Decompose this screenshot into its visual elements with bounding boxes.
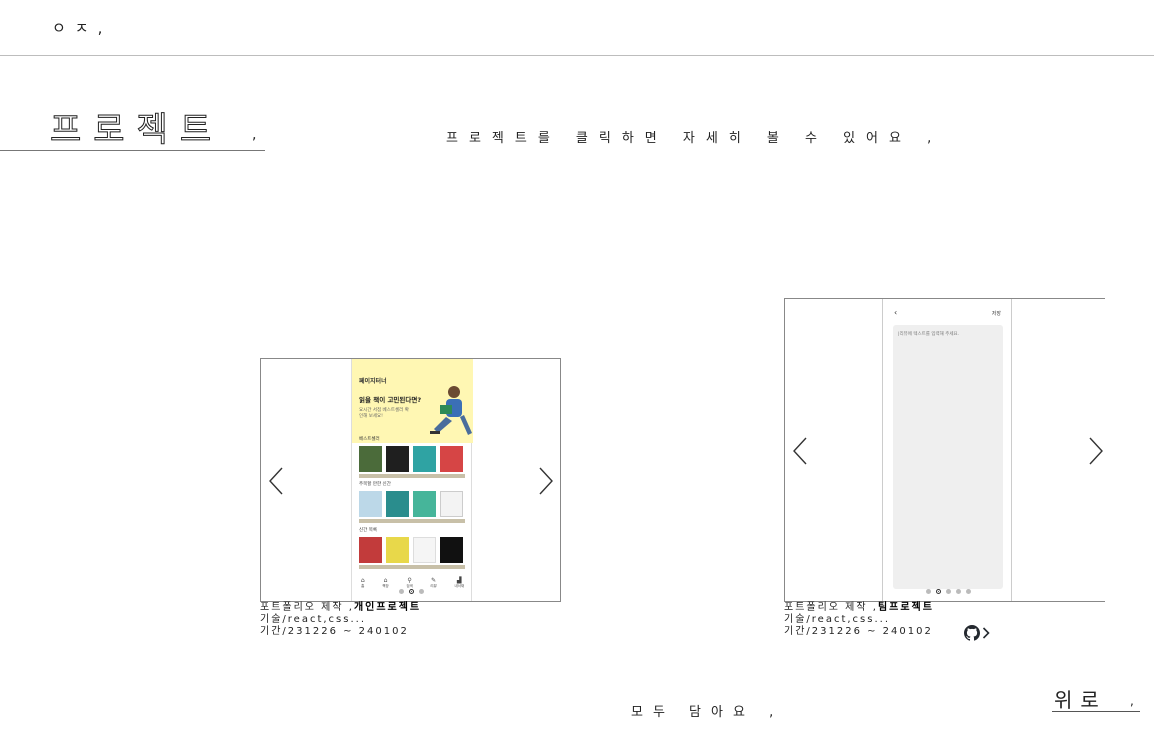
mockup-book-row	[359, 491, 465, 517]
scroll-to-top-link[interactable]: 위로 ,	[1052, 684, 1140, 712]
project-tech: 기술/react,css...	[260, 614, 366, 625]
carousel-prev-button[interactable]	[792, 437, 808, 465]
project-type: 개인프로젝트	[353, 602, 422, 613]
project-type-line: 포트폴리오 제작 ,팀프로젝트	[784, 602, 934, 613]
chevron-right-icon	[982, 627, 990, 639]
mockup-section-label: 신간 목록	[359, 528, 377, 533]
reading-person-illustration	[430, 386, 472, 435]
carousel-dot[interactable]	[399, 589, 404, 594]
section-title-suffix: ,	[252, 127, 257, 143]
site-logo[interactable]: ㅇㅈ,	[52, 17, 111, 38]
footer-tagline: 모두 담아요 ,	[631, 705, 784, 720]
mockup-back-icon: ‹	[894, 308, 898, 317]
book-cover	[359, 446, 382, 472]
chevron-left-icon	[269, 467, 283, 495]
carousel-dots	[926, 589, 971, 594]
carousel-dot[interactable]	[926, 589, 931, 594]
mockup-book-row	[359, 537, 465, 563]
chevron-right-icon	[539, 467, 553, 495]
chevron-left-icon	[793, 437, 807, 465]
section-hint: 프로젝트를 클릭하면 자세히 볼 수 있어요 ,	[446, 131, 943, 146]
project-period: 기간/231226 ~ 240102	[784, 626, 933, 637]
scroll-to-top-label[interactable]: 위로	[1054, 684, 1107, 713]
mockup-editor-placeholder: |리뷰에 텍스트를 입력해 주세요.	[898, 332, 960, 337]
mockup-section-label: 베스트셀러	[359, 437, 380, 442]
mockup-shelf	[359, 565, 465, 569]
mockup-save-label: 저장	[991, 311, 1001, 317]
mockup-section-label: 주목할 만한 신간	[359, 482, 391, 487]
mockup-nav-review: ✎ 리뷰	[430, 577, 437, 588]
book-cover	[386, 446, 409, 472]
carousel-dot-active[interactable]	[936, 589, 941, 594]
project-period: 기간/231226 ~ 240102	[260, 626, 409, 637]
carousel-dot[interactable]	[419, 589, 424, 594]
mockup-subtext: 요시간 서점 베스트셀러 확인해 보세요!	[359, 408, 409, 419]
carousel-dots	[399, 589, 424, 594]
home-icon: ⌂	[360, 577, 365, 584]
project-screenshot: ‹ 저장 |리뷰에 텍스트를 입력해 주세요.	[882, 299, 1012, 601]
project-type: 팀프로젝트	[877, 602, 934, 613]
book-cover	[413, 491, 436, 517]
carousel-dot[interactable]	[946, 589, 951, 594]
mockup-text-editor: |리뷰에 텍스트를 입력해 주세요.	[893, 325, 1003, 589]
book-cover	[359, 491, 382, 517]
carousel-next-button[interactable]	[538, 467, 554, 495]
mockup-shelf	[359, 519, 465, 523]
carousel-dot-active[interactable]	[409, 589, 414, 594]
pencil-icon: ✎	[431, 577, 437, 584]
chevron-right-icon	[1089, 437, 1103, 465]
github-link[interactable]	[964, 625, 990, 641]
scroll-to-top-suffix: ,	[1130, 694, 1134, 708]
mockup-nav-shelf: ⌂ 책장	[382, 577, 389, 588]
project-screenshot: 페이지터너 읽을 책이 고민된다면? 요시간 서점 베스트셀러 확인해 보세요!…	[351, 359, 473, 601]
top-bar: ㅇㅈ,	[0, 0, 1154, 56]
project-card-team[interactable]: ‹ 저장 |리뷰에 텍스트를 입력해 주세요.	[784, 298, 1105, 602]
mockup-nav-home: ⌂ 홈	[360, 577, 365, 588]
book-cover	[386, 537, 409, 563]
book-cover	[359, 537, 382, 563]
github-icon	[964, 625, 980, 641]
project-card-personal[interactable]: 페이지터너 읽을 책이 고민된다면? 요시간 서점 베스트셀러 확인해 보세요!…	[260, 358, 561, 602]
carousel-dot[interactable]	[956, 589, 961, 594]
chart-icon: ▟	[457, 577, 462, 584]
mockup-book-row	[359, 446, 465, 472]
carousel-next-button[interactable]	[1088, 437, 1104, 465]
project-tech: 기술/react,css...	[784, 614, 890, 625]
book-cover	[386, 491, 409, 517]
mockup-nav-library: ▟ 내서재	[454, 577, 465, 588]
project-info-personal: 포트폴리오 제작 ,개인프로젝트 기술/react,css... 기간/2312…	[260, 602, 421, 638]
mockup-brand: 페이지터너	[359, 378, 387, 385]
section-title: 프로젝트	[49, 110, 224, 151]
mockup-banner: 페이지터너 읽을 책이 고민된다면? 요시간 서점 베스트셀러 확인해 보세요!	[352, 359, 473, 443]
book-cover	[413, 446, 436, 472]
carousel-prev-button[interactable]	[268, 467, 284, 495]
search-icon: ⚲	[407, 577, 412, 584]
book-cover	[440, 446, 463, 472]
shelf-icon: ⌂	[383, 577, 388, 584]
mockup-shelf	[359, 474, 465, 478]
project-info-team: 포트폴리오 제작 ,팀프로젝트 기술/react,css... 기간/23122…	[784, 602, 934, 638]
book-cover	[440, 491, 463, 517]
book-cover	[413, 537, 436, 563]
carousel-dot[interactable]	[966, 589, 971, 594]
book-cover	[440, 537, 463, 563]
mockup-headline: 읽을 책이 고민된다면?	[359, 396, 422, 404]
section-heading: 프로젝트 ,	[0, 100, 265, 151]
project-type-line: 포트폴리오 제작 ,개인프로젝트	[260, 602, 422, 613]
